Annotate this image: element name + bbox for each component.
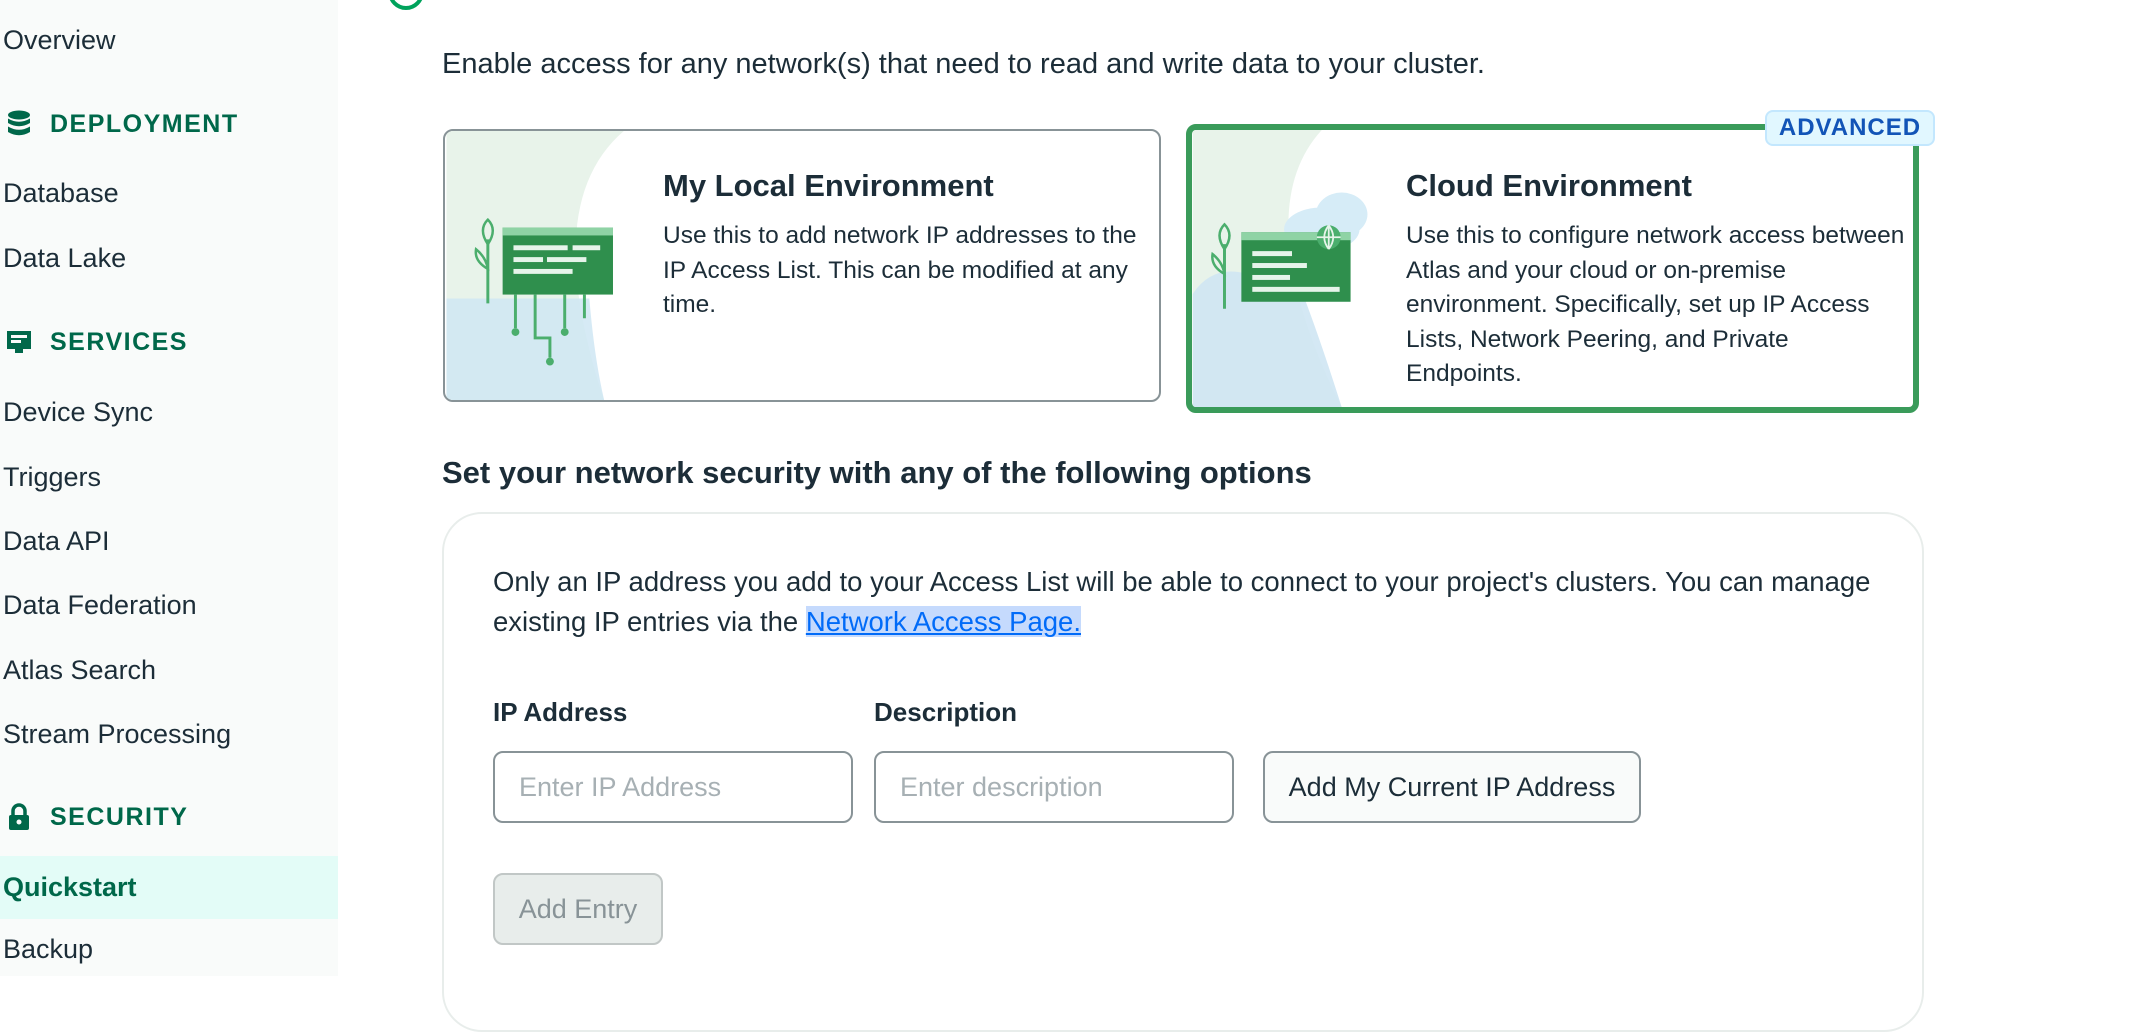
sidebar-item-overview[interactable]: Overview bbox=[0, 11, 338, 69]
sidebar-item-backup[interactable]: Backup bbox=[0, 920, 338, 978]
app-services-icon bbox=[4, 327, 34, 357]
section-services: SERVICES bbox=[4, 327, 188, 357]
add-current-ip-button[interactable]: Add My Current IP Address bbox=[1263, 751, 1641, 823]
cloud-environment-illustration bbox=[1192, 130, 1368, 407]
sidebar-item-quickstart[interactable]: Quickstart bbox=[0, 856, 338, 919]
description-label: Description bbox=[874, 697, 1018, 727]
section-deployment: DEPLOYMENT bbox=[4, 109, 239, 139]
network-security-title: Set your network security with any of th… bbox=[442, 455, 1312, 490]
section-security: SECURITY bbox=[4, 802, 188, 832]
sidebar-item-device-sync[interactable]: Device Sync bbox=[0, 383, 338, 441]
section-security-label: SECURITY bbox=[50, 802, 189, 831]
ip-address-input[interactable] bbox=[493, 751, 853, 823]
env-card-local-description: Use this to add network IP addresses to … bbox=[663, 222, 1137, 318]
sidebar-item-atlas-search[interactable]: Atlas Search bbox=[0, 641, 338, 699]
env-card-cloud-description: Use this to configure network access bet… bbox=[1406, 222, 1905, 387]
section-deployment-label: DEPLOYMENT bbox=[50, 109, 239, 138]
network-access-text: Only an IP address you add to your Acces… bbox=[493, 566, 1871, 637]
sidebar-item-stream-processing[interactable]: Stream Processing bbox=[0, 705, 338, 763]
network-access-description: Only an IP address you add to your Acces… bbox=[493, 562, 1893, 642]
env-card-local-title: My Local Environment bbox=[663, 168, 994, 203]
sidebar-item-database[interactable]: Database bbox=[0, 164, 338, 222]
sidebar-item-data-federation[interactable]: Data Federation bbox=[0, 576, 338, 634]
add-entry-button[interactable]: Add Entry bbox=[493, 873, 663, 945]
step-header bbox=[388, 0, 424, 10]
description-input[interactable] bbox=[874, 751, 1234, 823]
section-services-label: SERVICES bbox=[50, 327, 188, 356]
env-card-cloud[interactable]: Cloud Environment Use this to configure … bbox=[1186, 124, 1919, 413]
sidebar-item-data-lake[interactable]: Data Lake bbox=[0, 229, 338, 287]
lock-icon bbox=[4, 802, 34, 832]
sidebar-item-data-api[interactable]: Data API bbox=[0, 512, 338, 570]
env-card-local[interactable]: My Local Environment Use this to add net… bbox=[443, 129, 1161, 402]
env-card-cloud-title: Cloud Environment bbox=[1406, 168, 1692, 203]
database-icon bbox=[4, 109, 34, 139]
intro-text: Enable access for any network(s) that ne… bbox=[442, 48, 1485, 80]
sidebar-item-triggers[interactable]: Triggers bbox=[0, 448, 338, 506]
sidebar: Overview DEPLOYMENT Database Data Lake S… bbox=[0, 0, 338, 976]
local-environment-illustration bbox=[446, 131, 624, 400]
step-indicator-icon bbox=[388, 0, 424, 10]
ip-address-label: IP Address bbox=[493, 697, 628, 727]
advanced-badge: ADVANCED bbox=[1765, 110, 1935, 146]
network-access-page-link[interactable]: Network Access Page. bbox=[805, 606, 1081, 637]
